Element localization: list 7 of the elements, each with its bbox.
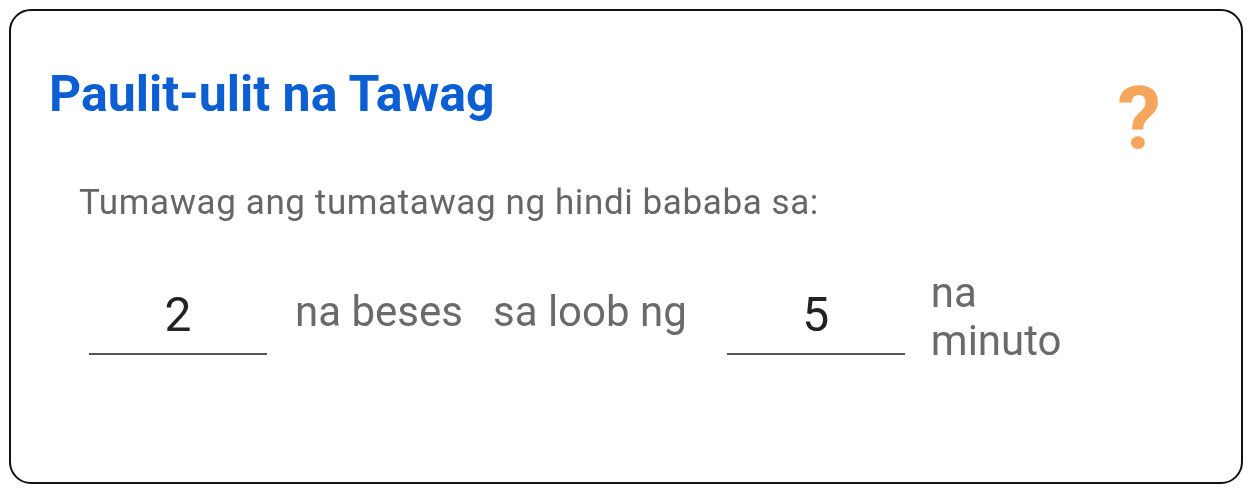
card-title: Paulit-ulit na Tawag: [49, 64, 495, 125]
times-input-field[interactable]: 2: [89, 279, 267, 355]
times-label: na beses: [295, 288, 463, 336]
minutes-label: na minuto: [930, 269, 1063, 365]
description-text: Tumawag ang tumatawag ng hindi bababa sa:: [79, 181, 820, 225]
minutes-input-field[interactable]: 5: [726, 279, 905, 355]
within-label: sa loob ng: [492, 288, 687, 336]
